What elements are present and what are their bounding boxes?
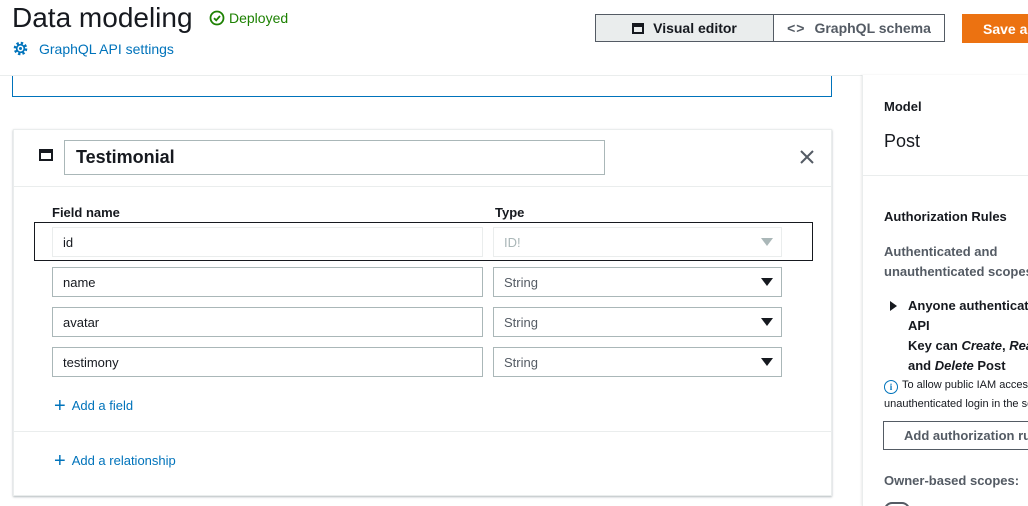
previous-model-card <box>12 76 832 97</box>
rule-line-3: and Delete Post <box>908 358 1006 373</box>
field-type-select[interactable]: String <box>493 347 782 377</box>
card-divider <box>14 431 831 432</box>
field-name-input[interactable]: avatar <box>52 307 483 337</box>
field-type-select: ID! <box>493 227 782 257</box>
field-name-column-header: Field name <box>52 205 120 220</box>
graphql-api-settings-link[interactable]: GraphQL API settings <box>12 40 174 57</box>
model-name-input[interactable]: Testimonial <box>64 140 605 175</box>
model-label: Model <box>884 99 922 114</box>
model-card-header: Testimonial <box>14 130 831 187</box>
add-relationship-link[interactable]: + Add a relationship <box>54 449 176 472</box>
visual-editor-button[interactable]: Visual editor <box>595 14 774 42</box>
gear-icon <box>13 41 28 56</box>
field-name-input[interactable]: testimony <box>52 347 483 377</box>
add-authorization-rule-button[interactable]: Add authorization rule <box>883 421 1028 450</box>
caret-down-icon <box>761 318 773 326</box>
page-title: Data modeling <box>12 2 193 33</box>
caret-down-icon <box>761 238 773 246</box>
owner-scope-toggle[interactable] <box>884 502 910 506</box>
add-relationship-label: Add a relationship <box>71 453 176 468</box>
window-icon <box>632 22 645 34</box>
plus-icon: + <box>54 394 66 417</box>
field-name-input[interactable]: name <box>52 267 483 297</box>
model-card: Testimonial Field name Type id ID! name … <box>13 129 832 496</box>
caret-down-icon <box>761 278 773 286</box>
field-type-value: String <box>504 274 538 290</box>
field-type-value: ID! <box>504 234 521 250</box>
info-icon: i <box>884 380 898 394</box>
field-type-value: String <box>504 314 538 330</box>
model-value: Post <box>884 131 921 151</box>
add-field-label: Add a field <box>71 398 134 413</box>
authorization-rule-item[interactable]: Anyone authenticated with API Key can Cr… <box>890 296 1028 376</box>
api-settings-label: GraphQL API settings <box>39 40 174 57</box>
type-column-header: Type <box>495 205 525 220</box>
field-type-select[interactable]: String <box>493 307 782 337</box>
status-badge: Deployed <box>209 10 288 26</box>
owner-based-scopes-heading: Owner-based scopes: <box>884 473 1020 488</box>
field-type-select[interactable]: String <box>493 267 782 297</box>
close-icon[interactable] <box>798 148 816 166</box>
graphql-schema-label: GraphQL schema <box>814 20 931 36</box>
rule-line-1: Anyone authenticated with API <box>908 298 1028 333</box>
add-field-link[interactable]: + Add a field <box>54 394 134 417</box>
code-icon: <> <box>787 20 806 36</box>
status-text: Deployed <box>229 10 289 26</box>
model-settings-panel: Model Post Authorization Rules Authentic… <box>862 75 1028 506</box>
page-header: Data modeling Deployed GraphQL API setti… <box>0 0 1028 76</box>
field-type-value: String <box>504 354 538 370</box>
save-and-deploy-button[interactable]: Save and Deploy <box>962 14 1028 43</box>
iam-info-note: iTo allow public IAM access, enable unau… <box>884 379 1028 410</box>
graphql-schema-button[interactable]: <> GraphQL schema <box>773 14 945 42</box>
rule-line-2: Key can Create, Read <box>908 338 1028 353</box>
visual-editor-label: Visual editor <box>653 20 737 36</box>
field-name-input[interactable]: id <box>52 227 483 257</box>
authorization-rules-heading: Authorization Rules <box>884 209 1007 224</box>
model-table-icon <box>39 149 53 161</box>
caret-right-icon <box>890 301 897 311</box>
panel-divider <box>863 175 1028 176</box>
auth-scopes-subheading: Authenticated and unauthenticated scopes… <box>884 244 1028 279</box>
plus-icon: + <box>54 449 66 472</box>
check-circle-icon <box>209 10 225 26</box>
caret-down-icon <box>761 358 773 366</box>
